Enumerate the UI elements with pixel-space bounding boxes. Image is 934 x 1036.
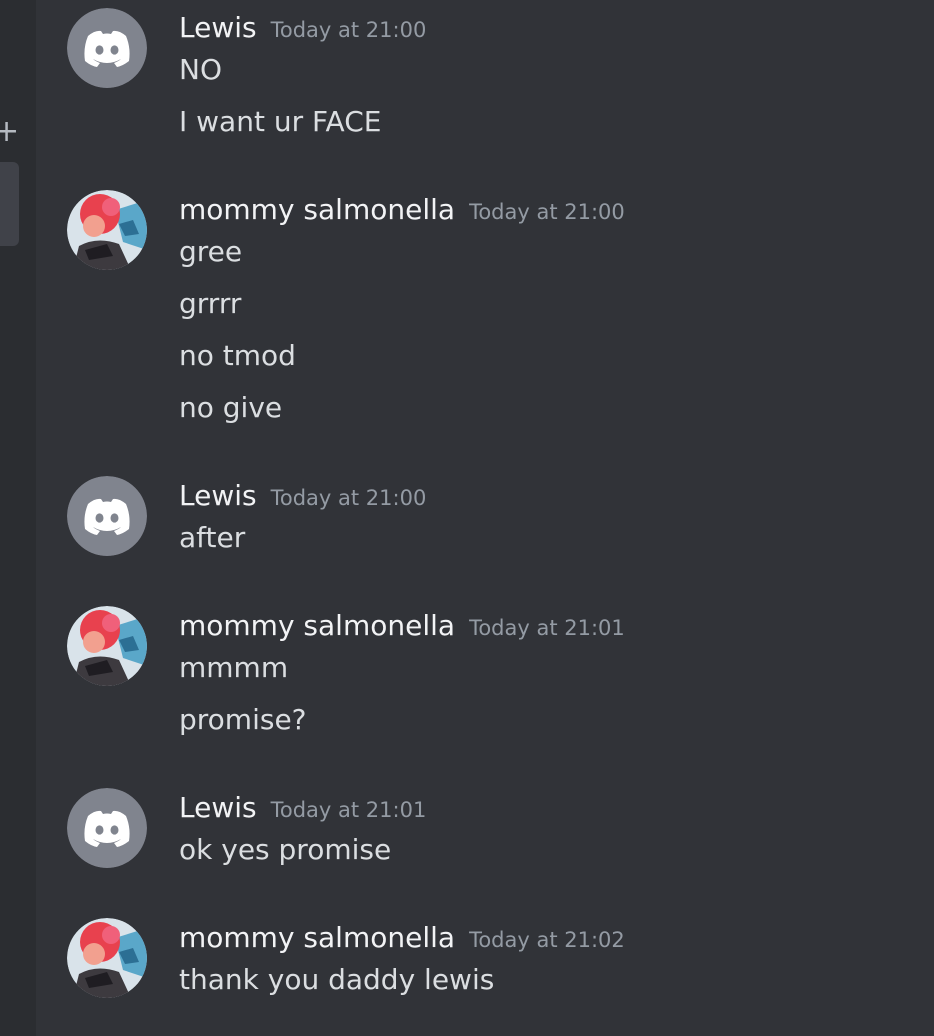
timestamp[interactable]: Today at 21:00 — [271, 18, 427, 42]
message-text: mmmm — [179, 651, 289, 684]
message-text: no give — [179, 391, 283, 424]
username[interactable]: Lewis — [179, 791, 257, 824]
sidebar-selected-tab[interactable] — [0, 162, 19, 246]
message-text: gree — [179, 235, 243, 268]
user-avatar-icon[interactable] — [67, 918, 147, 998]
message-text: no tmod — [179, 339, 296, 372]
plus-icon[interactable]: + — [0, 112, 19, 152]
username[interactable]: mommy salmonella — [179, 609, 455, 642]
username[interactable]: Lewis — [179, 479, 257, 512]
message-header: Lewis Today at 21:00 — [179, 476, 426, 516]
message-text: ok yes promise — [179, 833, 392, 866]
timestamp[interactable]: Today at 21:02 — [469, 928, 625, 952]
message-text: after — [179, 521, 246, 554]
username[interactable]: mommy salmonella — [179, 193, 455, 226]
message-text: thank you daddy lewis — [179, 963, 495, 996]
message-header: Lewis Today at 21:01 — [179, 788, 426, 828]
username[interactable]: Lewis — [179, 11, 257, 44]
message-header: mommy salmonella Today at 21:01 — [179, 606, 625, 646]
message-header: Lewis Today at 21:00 — [179, 8, 426, 48]
message-text: NO — [179, 53, 222, 86]
message-text: promise? — [179, 703, 307, 736]
timestamp[interactable]: Today at 21:01 — [469, 616, 625, 640]
user-avatar-icon[interactable] — [67, 190, 147, 270]
timestamp[interactable]: Today at 21:00 — [469, 200, 625, 224]
message-header: mommy salmonella Today at 21:00 — [179, 190, 625, 230]
discord-default-avatar-icon[interactable] — [67, 476, 147, 556]
user-avatar-icon[interactable] — [67, 606, 147, 686]
discord-default-avatar-icon[interactable] — [67, 788, 147, 868]
discord-default-avatar-icon[interactable] — [67, 8, 147, 88]
message-text: grrrr — [179, 287, 242, 320]
server-rail: + — [0, 0, 36, 1036]
timestamp[interactable]: Today at 21:00 — [271, 486, 427, 510]
message-list: Lewis Today at 21:00 NO I want ur FACE m… — [36, 0, 934, 1036]
timestamp[interactable]: Today at 21:01 — [271, 798, 427, 822]
message-text: I want ur FACE — [179, 105, 382, 138]
username[interactable]: mommy salmonella — [179, 921, 455, 954]
message-header: mommy salmonella Today at 21:02 — [179, 918, 625, 958]
